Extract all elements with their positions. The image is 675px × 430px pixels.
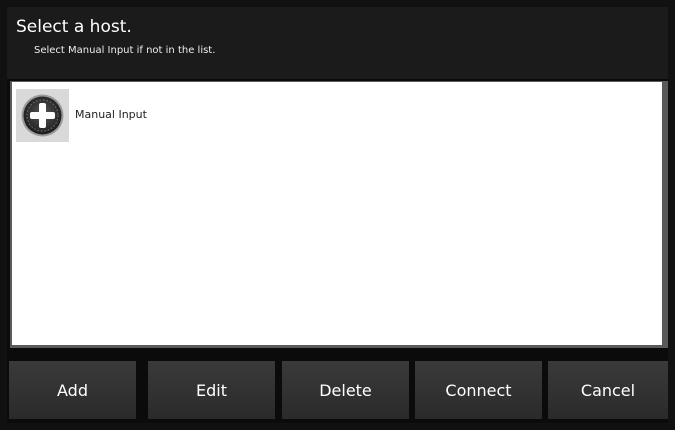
dialog-title: Select a host. [16, 17, 132, 37]
list-item-label: Manual Input [75, 108, 147, 121]
connect-button[interactable]: Connect [415, 361, 542, 419]
plus-circle-icon [21, 94, 64, 137]
host-list[interactable]: Manual Input [12, 82, 662, 345]
dialog-header: Select a host. Select Manual Input if no… [7, 7, 668, 79]
dialog-subtitle: Select Manual Input if not in the list. [34, 45, 216, 56]
edit-button[interactable]: Edit [148, 361, 275, 419]
add-button[interactable]: Add [9, 361, 136, 419]
button-bar: Add Edit Delete Connect Cancel [7, 361, 668, 419]
cancel-button[interactable]: Cancel [548, 361, 668, 419]
list-item-manual-input[interactable]: Manual Input [16, 84, 656, 142]
item-icon-tile [16, 89, 69, 142]
delete-button[interactable]: Delete [282, 361, 409, 419]
